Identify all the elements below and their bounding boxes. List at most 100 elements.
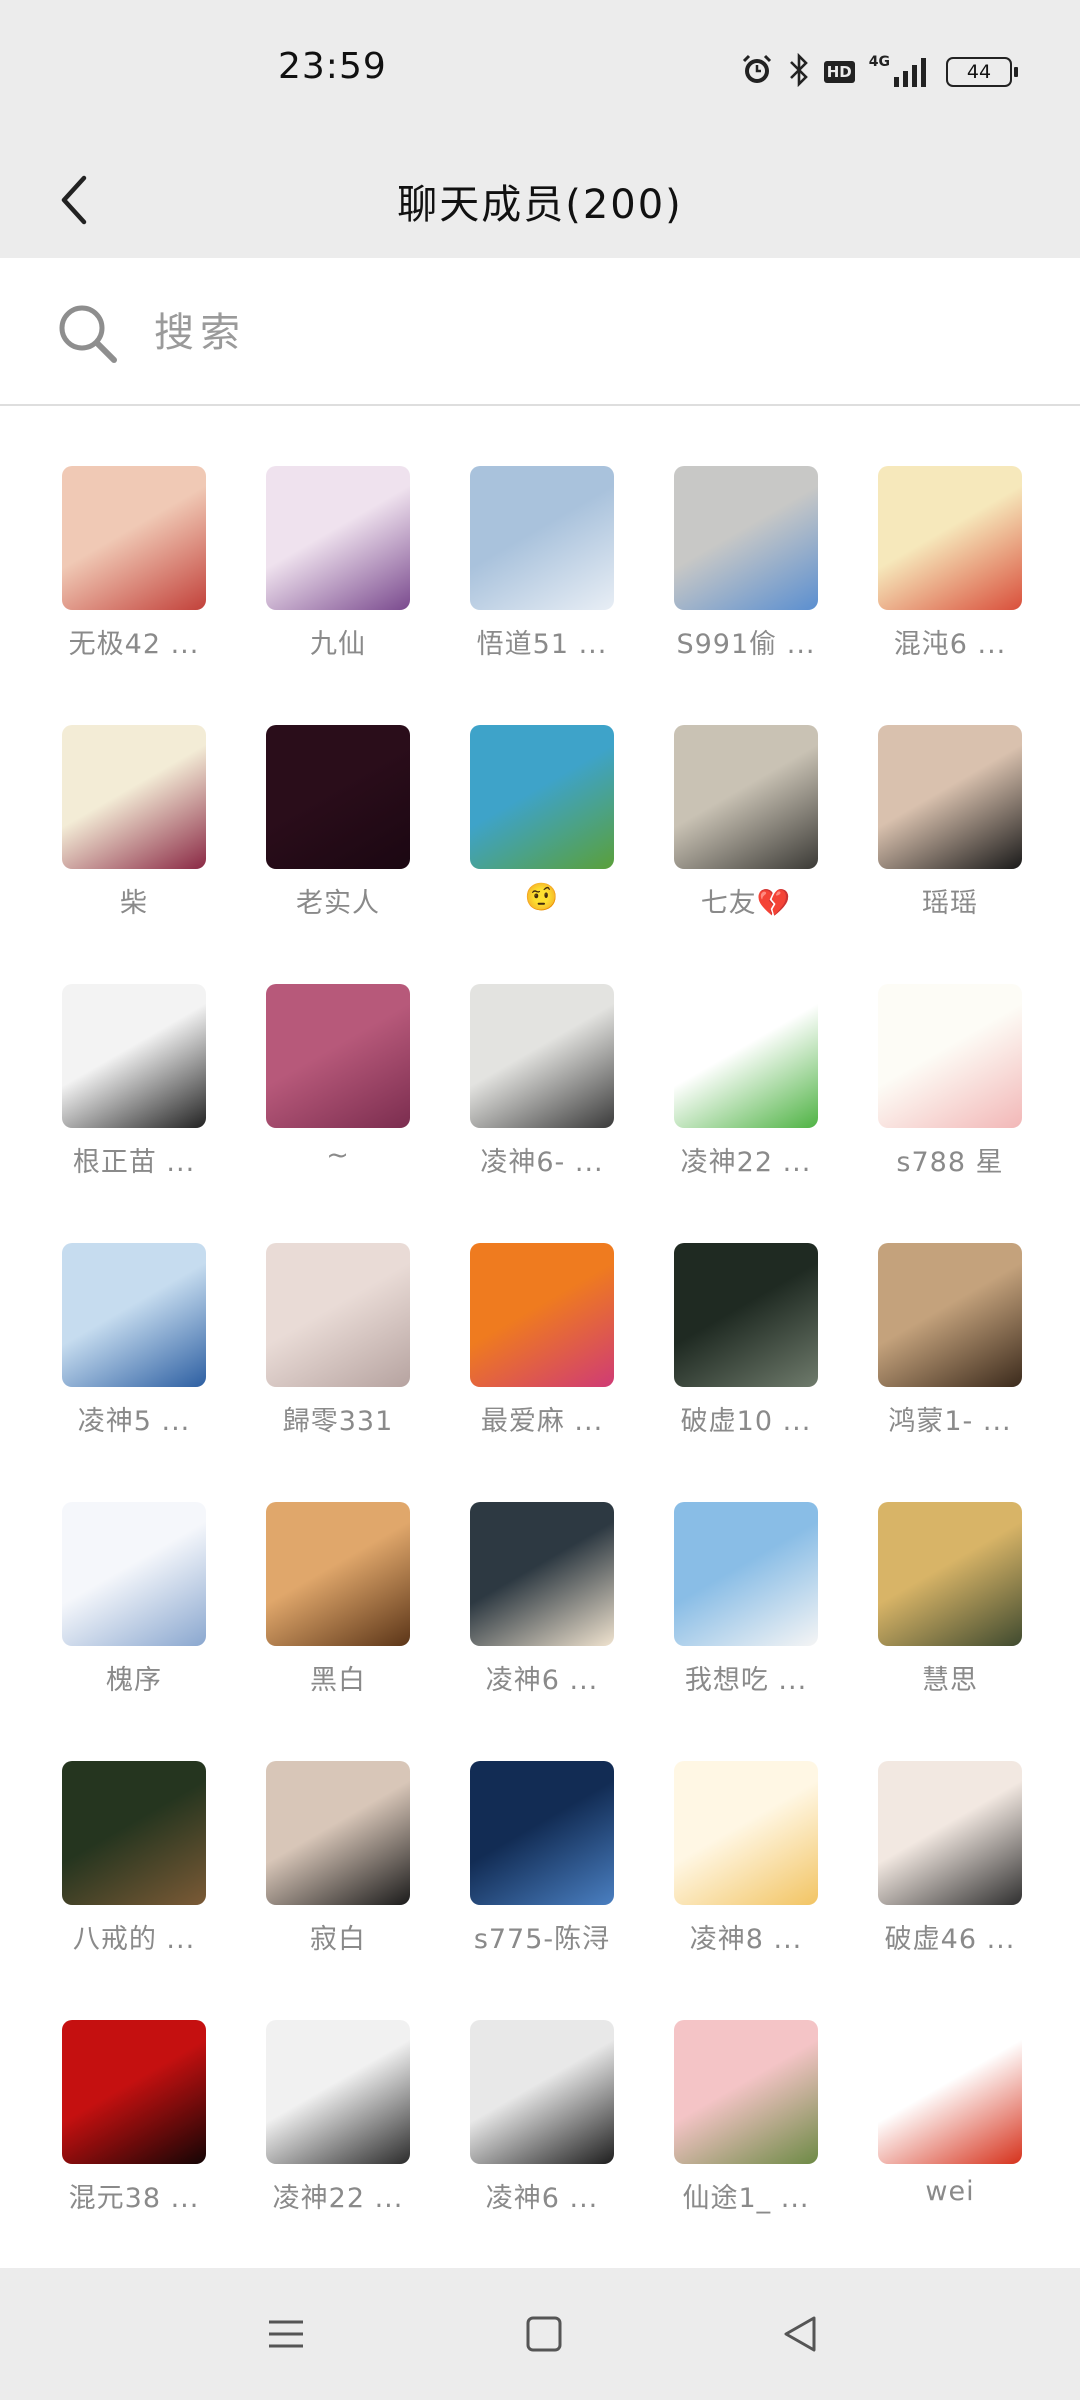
member-avatar	[62, 1761, 206, 1905]
member-item[interactable]: 悟道51 ...	[440, 466, 644, 725]
member-item[interactable]: 老实人	[236, 725, 440, 984]
member-item[interactable]: 九仙	[236, 466, 440, 725]
member-avatar	[674, 1761, 818, 1905]
member-avatar	[878, 1761, 1022, 1905]
member-item[interactable]: wei	[848, 2020, 1052, 2279]
member-avatar	[674, 2020, 818, 2164]
nav-home-button[interactable]	[514, 2304, 574, 2364]
member-avatar	[878, 1502, 1022, 1646]
nav-back-button[interactable]	[770, 2304, 830, 2364]
member-avatar	[674, 725, 818, 869]
alarm-icon	[740, 53, 774, 91]
member-item[interactable]: s775-陈浔	[440, 1761, 644, 2020]
member-item[interactable]: 我想吃 ...	[644, 1502, 848, 1761]
member-name: 🤨	[524, 882, 560, 913]
member-avatar	[674, 1502, 818, 1646]
member-avatar	[62, 984, 206, 1128]
member-name: 混沌6 ...	[893, 629, 1007, 660]
member-avatar	[62, 725, 206, 869]
bluetooth-icon	[788, 52, 810, 91]
network-type: 4G	[868, 54, 890, 70]
member-avatar	[470, 1761, 614, 1905]
member-avatar	[266, 1761, 410, 1905]
member-name: 柴	[120, 888, 148, 919]
member-grid: 无极42 ... 九仙 悟道51 ... S991偷 ... 混沌6 ... 柴 老实人 🤨 七…	[32, 466, 1048, 2279]
search-input[interactable]	[152, 300, 1016, 366]
member-avatar	[878, 984, 1022, 1128]
battery-icon: 44	[946, 57, 1018, 87]
member-name: 凌神22 ...	[272, 2183, 404, 2214]
member-avatar	[266, 1502, 410, 1646]
member-avatar	[470, 984, 614, 1128]
member-item[interactable]: 破虚10 ...	[644, 1243, 848, 1502]
member-item[interactable]: ~	[236, 984, 440, 1243]
member-name: s788 星	[896, 1147, 1004, 1178]
member-item[interactable]: 凌神6 ...	[440, 1502, 644, 1761]
member-name: 七友💔	[700, 888, 792, 919]
search-bar	[0, 258, 1080, 406]
member-name: ~	[326, 1140, 350, 1171]
member-item[interactable]: 混元38 ...	[32, 2020, 236, 2279]
member-item[interactable]: 凌神22 ...	[236, 2020, 440, 2279]
member-name: 老实人	[296, 888, 380, 919]
member-avatar	[470, 466, 614, 610]
member-item[interactable]: 槐序	[32, 1502, 236, 1761]
member-item[interactable]: 根正苗 ...	[32, 984, 236, 1243]
search-icon	[56, 302, 120, 370]
member-item[interactable]: 柴	[32, 725, 236, 984]
member-item[interactable]: 八戒的 ...	[32, 1761, 236, 2020]
member-avatar	[470, 1502, 614, 1646]
member-name: wei	[925, 2176, 975, 2207]
member-name: 仙途1_ ...	[682, 2183, 810, 2214]
member-item[interactable]: 鸿蒙1- ...	[848, 1243, 1052, 1502]
status-icons: HD 4G 44	[740, 48, 1018, 96]
member-item[interactable]: 寂白	[236, 1761, 440, 2020]
member-name: 凌神8 ...	[689, 1924, 803, 1955]
member-item[interactable]: 凌神6 ...	[440, 2020, 644, 2279]
member-avatar	[266, 466, 410, 610]
nav-menu-button[interactable]	[256, 2304, 316, 2364]
member-name: 慧思	[922, 1665, 978, 1696]
member-item[interactable]: 最爱麻 ...	[440, 1243, 644, 1502]
member-item[interactable]: 七友💔	[644, 725, 848, 984]
member-avatar	[470, 725, 614, 869]
member-item[interactable]: 混沌6 ...	[848, 466, 1052, 725]
member-item[interactable]: 破虚46 ...	[848, 1761, 1052, 2020]
menu-icon	[269, 2320, 303, 2348]
member-item[interactable]: 慧思	[848, 1502, 1052, 1761]
member-item[interactable]: S991偷 ...	[644, 466, 848, 725]
member-item[interactable]: s788 星	[848, 984, 1052, 1243]
member-name: 凌神22 ...	[680, 1147, 812, 1178]
member-name: 破虚46 ...	[884, 1924, 1016, 1955]
member-avatar	[470, 2020, 614, 2164]
member-item[interactable]: 无极42 ...	[32, 466, 236, 725]
member-item[interactable]: 瑶瑶	[848, 725, 1052, 984]
battery-level: 44	[966, 61, 992, 83]
member-avatar	[266, 984, 410, 1128]
member-name: 根正苗 ...	[72, 1147, 196, 1178]
member-item[interactable]: 凌神6- ...	[440, 984, 644, 1243]
member-item[interactable]: 🤨	[440, 725, 644, 984]
member-name: 歸零331	[282, 1406, 394, 1437]
member-item[interactable]: 仙途1_ ...	[644, 2020, 848, 2279]
title-bar: 聊天成员(200)	[0, 140, 1080, 258]
member-name: 悟道51 ...	[476, 629, 608, 660]
member-avatar	[674, 1243, 818, 1387]
member-name: 槐序	[106, 1665, 162, 1696]
member-name: s775-陈浔	[473, 1924, 611, 1955]
member-item[interactable]: 凌神8 ...	[644, 1761, 848, 2020]
page-title: 聊天成员(200)	[397, 182, 683, 228]
member-avatar	[266, 725, 410, 869]
member-avatar	[266, 2020, 410, 2164]
member-avatar	[62, 1502, 206, 1646]
member-avatar	[878, 725, 1022, 869]
member-item[interactable]: 凌神5 ...	[32, 1243, 236, 1502]
member-avatar	[470, 1243, 614, 1387]
back-triangle-icon	[784, 2316, 816, 2352]
member-name: 凌神5 ...	[77, 1406, 191, 1437]
member-item[interactable]: 歸零331	[236, 1243, 440, 1502]
status-bar: 23:59 HD 4G 44	[0, 0, 1080, 140]
member-item[interactable]: 凌神22 ...	[644, 984, 848, 1243]
member-item[interactable]: 黑白	[236, 1502, 440, 1761]
system-nav-bar	[0, 2268, 1080, 2400]
